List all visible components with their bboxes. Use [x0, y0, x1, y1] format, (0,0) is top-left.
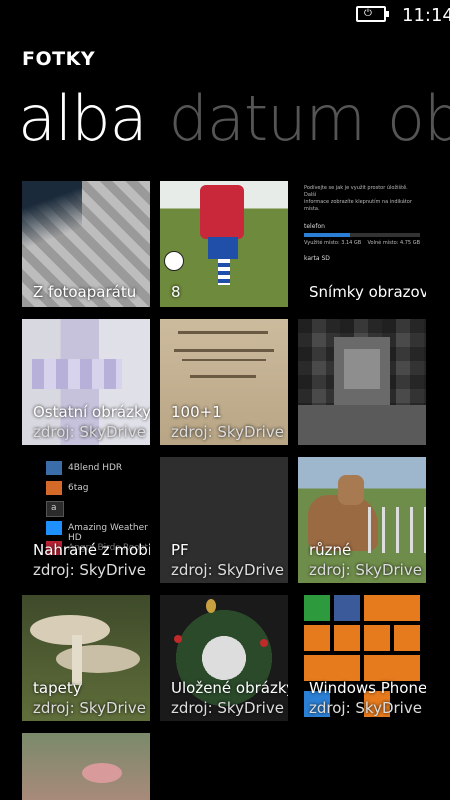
clock: 11:14 [402, 5, 450, 26]
album-source: zdroj: SkyDrive [309, 699, 422, 717]
album-source: zdroj: SkyDrive [33, 699, 146, 717]
storage-free-text: Volné místo: 4.75 GB [367, 240, 421, 246]
album-source: zdroj: SkyDrive [171, 423, 284, 441]
storage-sd-label: karta SD [304, 255, 330, 262]
album-source: zdroj: SkyDrive [33, 423, 146, 441]
album-title: Uložené obrázky [171, 679, 288, 697]
album-tile-wallpapers[interactable]: tapety zdroj: SkyDrive [22, 595, 150, 721]
album-title: Windows Phone 8 [309, 679, 426, 697]
album-tile-other-images[interactable]: Ostatní obrázky zdroj: SkyDrive [22, 319, 150, 445]
app-list-item: 6tag [68, 483, 89, 493]
album-tile-screenshots[interactable]: Podívejte se jak je využit prostor úloži… [298, 181, 426, 307]
album-title: Z fotoaparátu [33, 283, 137, 301]
storage-used-text: Využité místo: 3.14 GB [304, 240, 362, 246]
album-tile-camera-roll[interactable]: Z fotoaparátu [22, 181, 150, 307]
app-list-item: a [51, 503, 57, 513]
app-list-item: Amazing Weather HD [68, 523, 148, 543]
album-thumbnail [22, 733, 150, 800]
pivot-tab-datum[interactable]: datum [169, 82, 366, 155]
album-tile-saved-images[interactable]: Uložené obrázky zdroj: SkyDrive [160, 595, 288, 721]
storage-info-text: Podívejte se jak je využit prostor úloži… [304, 185, 408, 198]
album-tile-windows-phone-8[interactable]: Windows Phone 8 zdroj: SkyDrive [298, 595, 426, 721]
album-title: Snímky obrazovk [309, 283, 426, 301]
battery-icon: ⏻ [356, 6, 389, 22]
album-tile-pf[interactable]: PF zdroj: SkyDrive [160, 457, 288, 583]
storage-phone-label: telefon [304, 223, 325, 230]
album-source: zdroj: SkyDrive [309, 561, 422, 579]
album-thumbnail [298, 319, 426, 445]
album-tile-mobile-uploads[interactable]: 4Blend HDR 6tag a Amazing Weather HD Ang… [22, 457, 150, 583]
album-tile-misc[interactable]: různé zdroj: SkyDrive [298, 457, 426, 583]
pivot-tab-alba[interactable]: alba [18, 82, 148, 155]
pivot-header: alba datum ob [18, 82, 450, 155]
status-bar: ⏻ 11:14 [0, 0, 450, 30]
album-source: zdroj: SkyDrive [171, 561, 284, 579]
album-source: zdroj: SkyDrive [33, 561, 146, 579]
album-title: PF [171, 541, 189, 559]
charging-plug-icon: ⏻ [364, 8, 372, 19]
album-title: 100+1 [171, 403, 222, 421]
album-tile-8[interactable]: 8 [160, 181, 288, 307]
album-title: tapety [33, 679, 82, 697]
storage-usage-bar [304, 233, 351, 237]
album-tile-pixelated[interactable] [298, 319, 426, 445]
storage-info-text: informace zobrazíte klepnutím na indikát… [304, 199, 412, 212]
app-list-item: 4Blend HDR [68, 463, 123, 473]
album-title: Ostatní obrázky [33, 403, 150, 421]
pivot-tab-ob[interactable]: ob [387, 82, 450, 155]
app-title: FOTKY [22, 48, 96, 70]
album-title: 8 [171, 283, 181, 301]
album-tile-100-1[interactable]: 100+1 zdroj: SkyDrive [160, 319, 288, 445]
album-title: Nahrané z mobilu [33, 541, 150, 559]
album-tile-partial[interactable] [22, 733, 150, 800]
album-title: různé [309, 541, 352, 559]
album-source: zdroj: SkyDrive [171, 699, 284, 717]
